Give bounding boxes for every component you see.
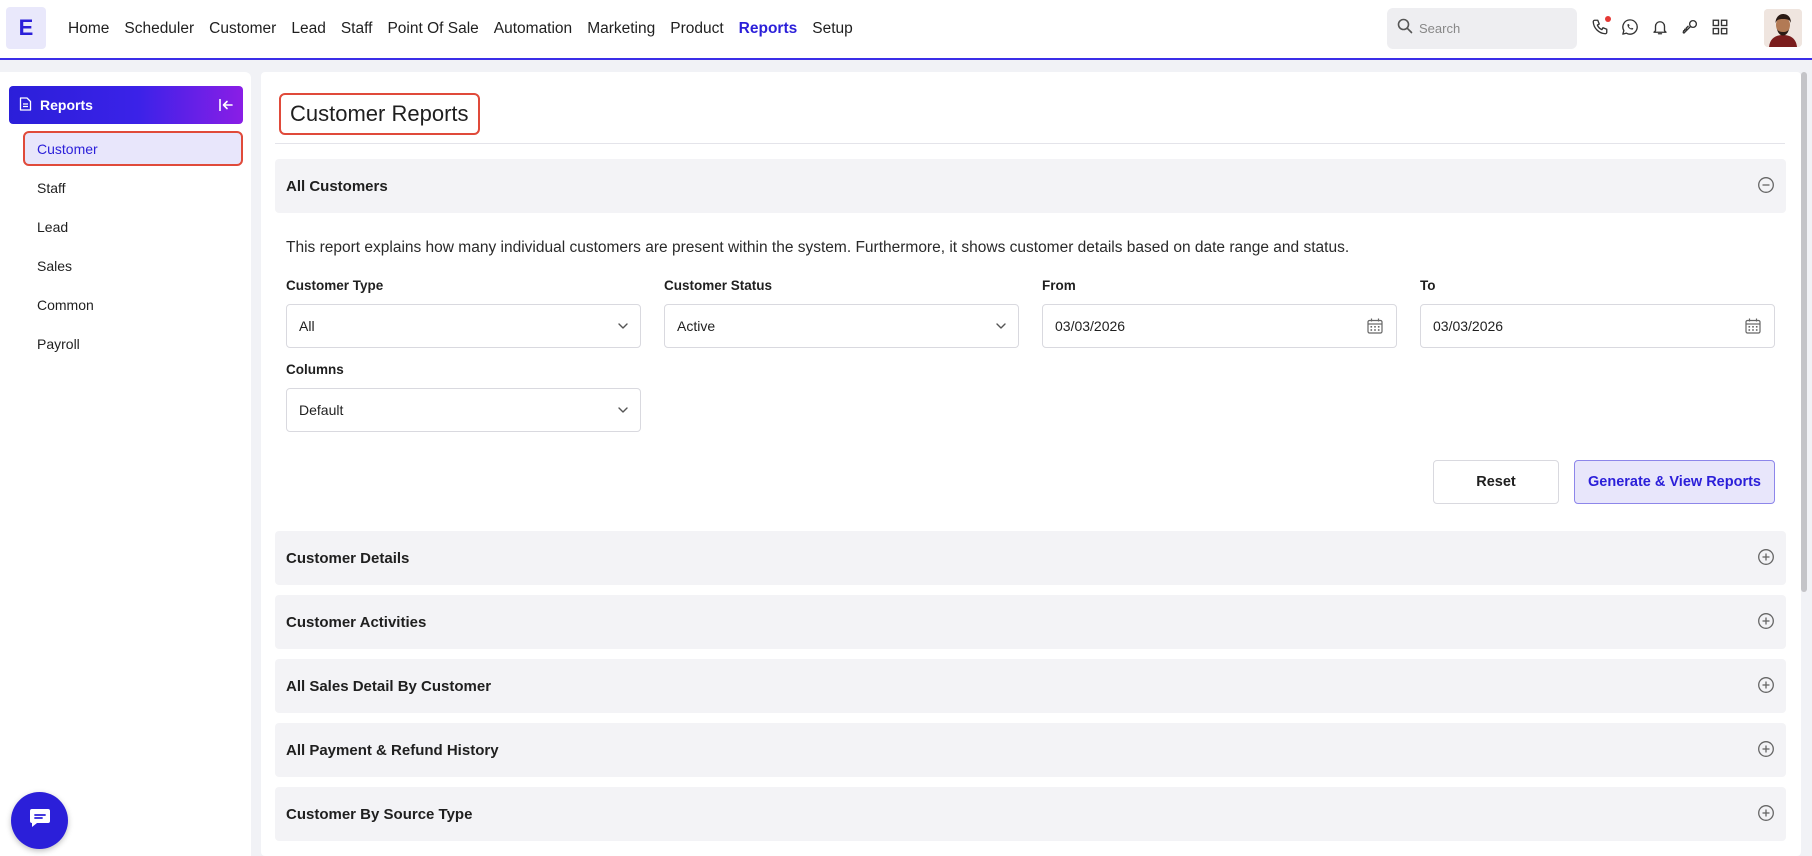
reset-button[interactable]: Reset: [1433, 460, 1559, 504]
sidebar-item-payroll[interactable]: Payroll: [23, 326, 243, 361]
collapse-sidebar-icon[interactable]: [217, 96, 235, 114]
main-content: Customer Reports All Customers This repo…: [261, 72, 1801, 856]
apps-grid-icon[interactable]: [1710, 16, 1730, 38]
accordion-all-customers[interactable]: All Customers: [275, 159, 1786, 213]
to-date-value: 03/03/2026: [1433, 318, 1504, 334]
customer-type-label: Customer Type: [286, 278, 384, 293]
expand-plus-icon[interactable]: [1757, 804, 1775, 822]
chat-icon: [28, 807, 52, 834]
title-divider: [275, 143, 1785, 144]
accordion-title: All Payment & Refund History: [286, 741, 499, 759]
calendar-icon[interactable]: [1744, 317, 1762, 335]
from-date-value: 03/03/2026: [1055, 318, 1126, 334]
accordion-title: Customer Activities: [286, 613, 427, 631]
from-date-field[interactable]: 03/03/2026: [1042, 304, 1397, 348]
sidebar-item-lead[interactable]: Lead: [23, 209, 243, 244]
accordion-title: Customer Details: [286, 549, 410, 567]
accordion-customer-by-source-type[interactable]: Customer By Source Type: [275, 787, 1786, 841]
customer-type-select[interactable]: All: [286, 304, 641, 348]
nav-setup[interactable]: Setup: [812, 20, 853, 38]
nav-product[interactable]: Product: [670, 20, 723, 38]
collapse-minus-icon[interactable]: [1757, 176, 1775, 194]
sidebar-item-customer[interactable]: Customer: [23, 131, 243, 166]
app-logo[interactable]: E: [6, 7, 46, 49]
search-icon: [1397, 18, 1413, 39]
expand-plus-icon[interactable]: [1757, 740, 1775, 758]
nav-marketing[interactable]: Marketing: [587, 20, 655, 38]
chevron-down-icon: [994, 319, 1008, 333]
nav-staff[interactable]: Staff: [341, 20, 373, 38]
nav-reports[interactable]: Reports: [739, 20, 798, 38]
accordion-customer-activities[interactable]: Customer Activities: [275, 595, 1786, 649]
page-scrollbar[interactable]: [1801, 72, 1807, 592]
report-document-icon: [19, 96, 32, 114]
accordion-title: Customer By Source Type: [286, 805, 473, 823]
to-date-field[interactable]: 03/03/2026: [1420, 304, 1775, 348]
nav-lead[interactable]: Lead: [291, 20, 325, 38]
user-avatar[interactable]: [1764, 9, 1802, 47]
sidebar-header-title: Reports: [40, 97, 93, 113]
bell-icon[interactable]: [1650, 16, 1670, 38]
reports-sidebar: Reports Customer Staff Lead Sales Common…: [0, 72, 251, 856]
main-nav: Home Scheduler Customer Lead Staff Point…: [68, 0, 868, 58]
top-navbar: E Home Scheduler Customer Lead Staff Poi…: [0, 0, 1812, 60]
from-date-label: From: [1042, 278, 1076, 293]
accordion-title: All Sales Detail By Customer: [286, 677, 492, 695]
accordion-customer-details[interactable]: Customer Details: [275, 531, 1786, 585]
to-date-label: To: [1420, 278, 1436, 293]
search-box[interactable]: [1387, 8, 1577, 49]
calendar-icon[interactable]: [1366, 317, 1384, 335]
accordion-payment-refund-history[interactable]: All Payment & Refund History: [275, 723, 1786, 777]
sidebar-item-staff[interactable]: Staff: [23, 170, 243, 205]
sidebar-item-sales[interactable]: Sales: [23, 248, 243, 283]
report-description: This report explains how many individual…: [286, 239, 1350, 256]
search-input[interactable]: [1419, 21, 1569, 36]
expand-plus-icon[interactable]: [1757, 676, 1775, 694]
page-title: Customer Reports: [279, 93, 480, 135]
chevron-down-icon: [616, 403, 630, 417]
generate-view-reports-button[interactable]: Generate & View Reports: [1574, 460, 1775, 504]
chevron-down-icon: [616, 319, 630, 333]
whatsapp-icon[interactable]: [1620, 16, 1640, 38]
customer-status-select[interactable]: Active: [664, 304, 1019, 348]
columns-value: Default: [299, 402, 344, 418]
expand-plus-icon[interactable]: [1757, 548, 1775, 566]
top-icon-bar: [1590, 16, 1740, 38]
nav-automation[interactable]: Automation: [494, 20, 572, 38]
nav-scheduler[interactable]: Scheduler: [124, 20, 194, 38]
expand-plus-icon[interactable]: [1757, 612, 1775, 630]
chat-widget-button[interactable]: [11, 792, 68, 849]
accordion-sales-detail-by-customer[interactable]: All Sales Detail By Customer: [275, 659, 1786, 713]
nav-point-of-sale[interactable]: Point Of Sale: [387, 20, 478, 38]
notification-dot: [1605, 16, 1611, 22]
customer-status-label: Customer Status: [664, 278, 773, 293]
customer-type-value: All: [299, 318, 315, 334]
columns-label: Columns: [286, 362, 344, 377]
nav-home[interactable]: Home: [68, 20, 109, 38]
accordion-title: All Customers: [286, 177, 388, 195]
customer-status-value: Active: [677, 318, 716, 334]
phone-icon[interactable]: [1590, 16, 1611, 38]
sidebar-header: Reports: [9, 86, 243, 124]
columns-select[interactable]: Default: [286, 388, 641, 432]
key-icon[interactable]: [1680, 16, 1700, 38]
nav-customer[interactable]: Customer: [209, 20, 276, 38]
sidebar-item-common[interactable]: Common: [23, 287, 243, 322]
